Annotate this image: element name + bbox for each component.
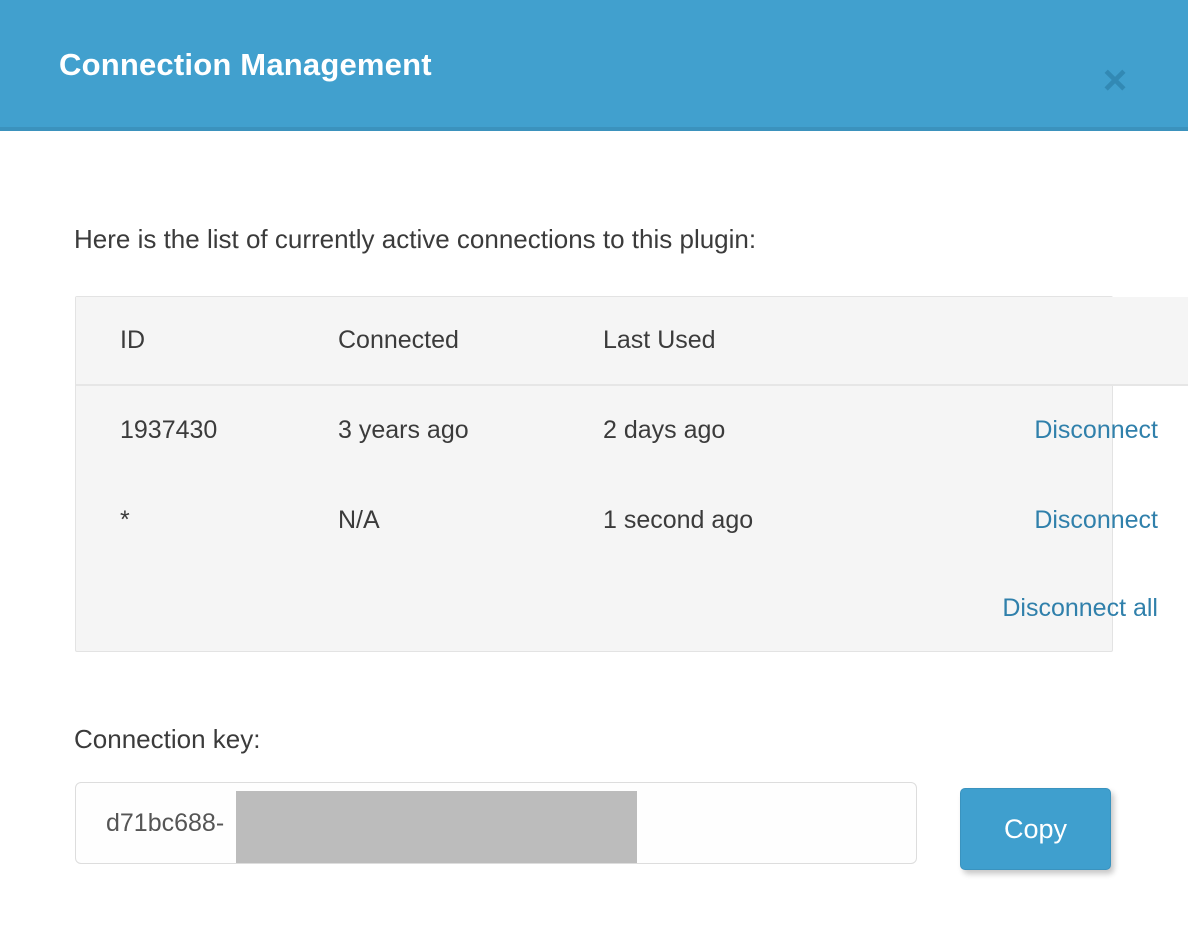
cell-empty xyxy=(603,565,913,651)
cell-connected: N/A xyxy=(338,505,380,534)
close-icon[interactable]: × xyxy=(1093,58,1137,102)
cell-action: Disconnect xyxy=(913,475,1188,565)
cell-empty xyxy=(76,565,338,651)
cell-connected: 3 years ago xyxy=(338,416,469,444)
disconnect-link[interactable]: Disconnect xyxy=(1034,416,1158,444)
connections-table: ID Connected Last Used 1937430 3 years a… xyxy=(76,297,1188,651)
cell-id: 1937430 xyxy=(120,416,218,444)
connections-table-container: ID Connected Last Used 1937430 3 years a… xyxy=(75,296,1188,652)
table-header: ID Connected Last Used xyxy=(76,297,1188,386)
cell-id: * xyxy=(120,505,130,534)
table-row: * N/A 1 second ago Disconnect xyxy=(76,475,1188,565)
table-row: 1937430 3 years ago 2 days ago Disconnec… xyxy=(76,385,1188,475)
intro-text: Here is the list of currently active con… xyxy=(74,224,757,254)
column-header-actions xyxy=(913,297,1188,386)
connection-key-row: Copy xyxy=(75,782,1113,874)
connection-management-modal: Connection Management × Here is the list… xyxy=(0,0,1188,934)
table-footer-row: Disconnect all xyxy=(76,565,1188,651)
disconnect-all-link[interactable]: Disconnect all xyxy=(1002,594,1158,622)
page-title: Connection Management xyxy=(59,47,432,82)
connection-key-label: Connection key: xyxy=(74,724,261,754)
connection-key-input[interactable] xyxy=(75,782,917,864)
modal-header: Connection Management × xyxy=(0,0,1188,131)
column-header-id: ID xyxy=(76,297,338,386)
disconnect-link[interactable]: Disconnect xyxy=(1034,506,1158,534)
table-header-row: ID Connected Last Used xyxy=(76,297,1188,386)
column-header-connected: Connected xyxy=(338,297,603,386)
cell-empty xyxy=(338,565,603,651)
copy-button[interactable]: Copy xyxy=(960,788,1111,870)
column-header-last-used: Last Used xyxy=(603,297,913,386)
cell-action: Disconnect xyxy=(913,385,1188,475)
cell-last-used: 1 second ago xyxy=(603,505,754,534)
cell-last-used: 2 days ago xyxy=(603,416,726,444)
cell-footer-action: Disconnect all xyxy=(913,565,1188,651)
table-body: 1937430 3 years ago 2 days ago Disconnec… xyxy=(76,385,1188,651)
